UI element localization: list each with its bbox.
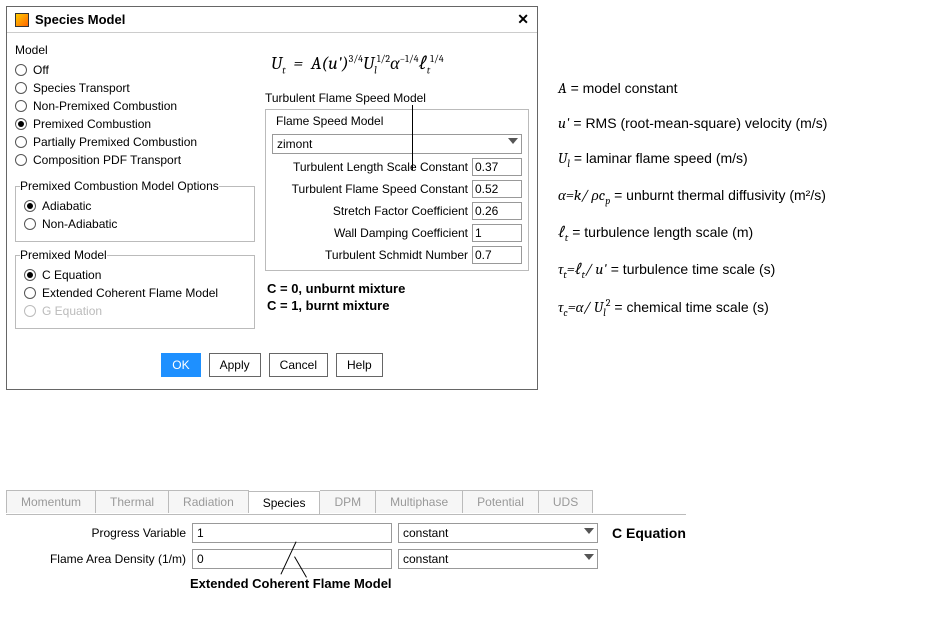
tab-potential[interactable]: Potential — [463, 490, 539, 513]
radio-non-adiabatic[interactable]: Non-Adiabatic — [24, 215, 246, 233]
ecfm-annotation: Extended Coherent Flame Model — [190, 576, 392, 591]
ut-equation: Ut = A(u')3/4Ul1/2α−1/4ℓt1/4 — [271, 53, 529, 77]
fad-label: Flame Area Density (1/m) — [6, 552, 186, 566]
p1-label: Turbulent Length Scale Constant — [272, 160, 468, 174]
species-panel: Progress Variable constant C Equation Fl… — [6, 514, 686, 575]
tab-species[interactable]: Species — [249, 491, 321, 514]
species-model-dialog: Species Model ✕ Model Off Species Transp… — [6, 6, 538, 390]
apply-button[interactable]: Apply — [209, 353, 261, 377]
tab-bar: Momentum Thermal Radiation Species DPM M… — [6, 490, 593, 513]
equation-definitions: A = model constant u' = RMS (root-mean-s… — [558, 78, 928, 334]
radio-adiabatic[interactable]: Adiabatic — [24, 197, 246, 215]
connector-line-1 — [412, 105, 413, 170]
fad-input[interactable] — [192, 549, 392, 569]
fad-type-dropdown[interactable]: constant — [398, 549, 598, 569]
p2-label: Turbulent Flame Speed Constant — [272, 182, 468, 196]
tab-thermal[interactable]: Thermal — [96, 490, 169, 513]
c1-text: C = 1, burnt mixture — [267, 298, 529, 313]
p4-input[interactable] — [472, 224, 522, 242]
pv-input[interactable] — [192, 523, 392, 543]
flame-group-label: Turbulent Flame Speed Model — [265, 91, 529, 105]
flame-speed-box: Flame Speed Model zimont Turbulent Lengt… — [265, 109, 529, 271]
model-group-label: Model — [15, 43, 255, 57]
radio-premixed[interactable]: Premixed Combustion — [15, 115, 255, 133]
radio-ecfm[interactable]: Extended Coherent Flame Model — [24, 284, 246, 302]
dialog-titlebar: Species Model ✕ — [7, 7, 537, 33]
p4-label: Wall Damping Coefficient — [272, 226, 468, 240]
chevron-down-icon — [584, 528, 594, 534]
p5-input[interactable] — [472, 246, 522, 264]
pv-label: Progress Variable — [6, 526, 186, 540]
app-icon — [15, 13, 29, 27]
pcmo-label: Premixed Combustion Model Options — [20, 179, 219, 193]
tab-momentum[interactable]: Momentum — [6, 490, 96, 513]
model-radio-group: Off Species Transport Non-Premixed Combu… — [15, 61, 255, 169]
tab-radiation[interactable]: Radiation — [169, 490, 249, 513]
pcmo-fieldset: Premixed Combustion Model Options Adiaba… — [15, 179, 255, 242]
radio-pdf-transport[interactable]: Composition PDF Transport — [15, 151, 255, 169]
ok-button[interactable]: OK — [161, 353, 200, 377]
tab-dpm[interactable]: DPM — [320, 490, 376, 513]
dialog-title: Species Model — [35, 12, 125, 27]
close-icon[interactable]: ✕ — [517, 11, 529, 28]
radio-off[interactable]: Off — [15, 61, 255, 79]
radio-species-transport[interactable]: Species Transport — [15, 79, 255, 97]
flame-speed-model-dropdown[interactable]: zimont — [272, 134, 522, 154]
radio-g-eq: G Equation — [24, 302, 246, 320]
c0-text: C = 0, unburnt mixture — [267, 281, 529, 296]
chevron-down-icon — [584, 554, 594, 560]
radio-partially-premixed[interactable]: Partially Premixed Combustion — [15, 133, 255, 151]
radio-non-premixed[interactable]: Non-Premixed Combustion — [15, 97, 255, 115]
ceq-annotation: C Equation — [612, 525, 686, 541]
flame-speed-label: Flame Speed Model — [276, 114, 522, 128]
pm-label: Premixed Model — [20, 248, 107, 262]
pm-fieldset: Premixed Model C Equation Extended Coher… — [15, 248, 255, 329]
p3-label: Stretch Factor Coefficient — [272, 204, 468, 218]
pv-type-dropdown[interactable]: constant — [398, 523, 598, 543]
p5-label: Turbulent Schmidt Number — [272, 248, 468, 262]
p3-input[interactable] — [472, 202, 522, 220]
chevron-down-icon — [508, 138, 518, 144]
p1-input[interactable] — [472, 158, 522, 176]
help-button[interactable]: Help — [336, 353, 383, 377]
dialog-button-row: OK Apply Cancel Help — [7, 343, 537, 389]
cancel-button[interactable]: Cancel — [269, 353, 328, 377]
radio-c-eq[interactable]: C Equation — [24, 266, 246, 284]
tab-multiphase[interactable]: Multiphase — [376, 490, 463, 513]
p2-input[interactable] — [472, 180, 522, 198]
tab-uds[interactable]: UDS — [539, 490, 593, 513]
